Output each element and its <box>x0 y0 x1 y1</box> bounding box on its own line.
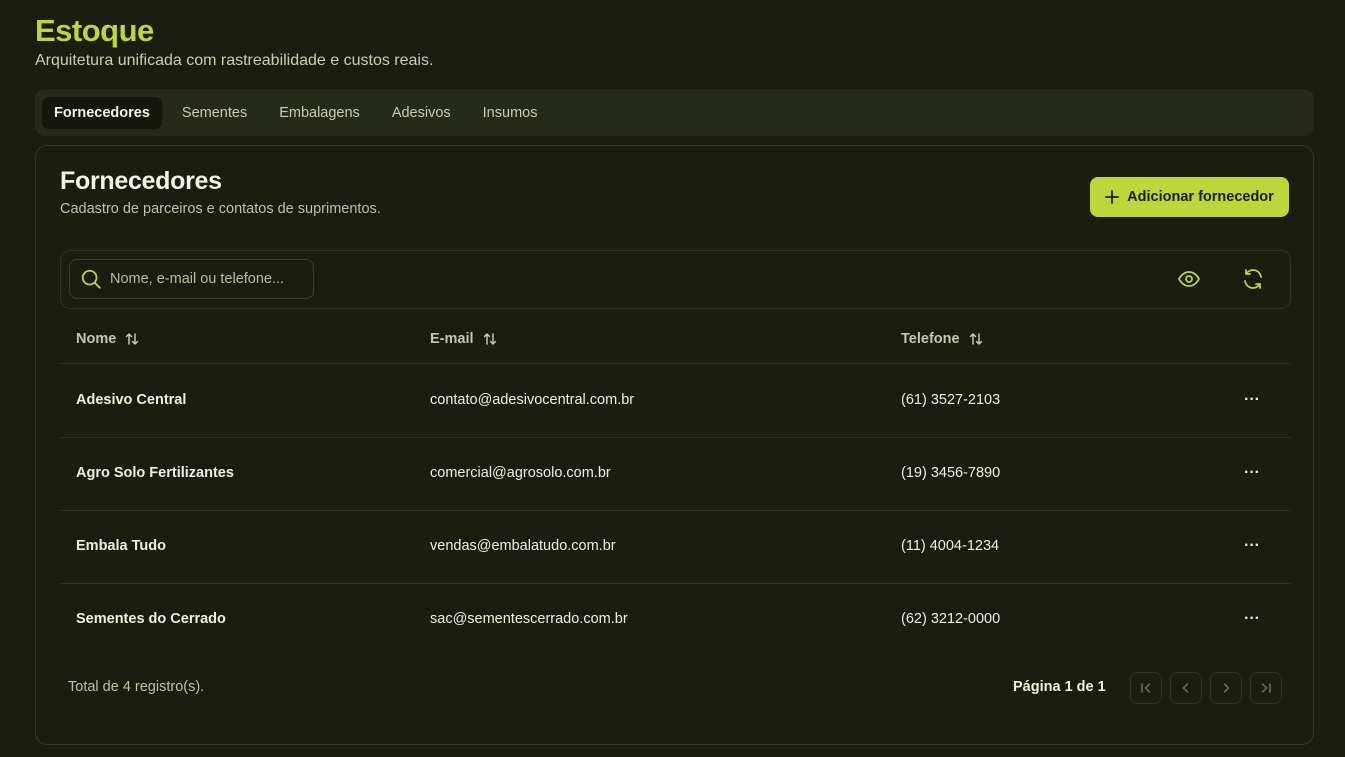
table-row[interactable]: Sementes do Cerrado sac@sementescerrado.… <box>60 584 1291 657</box>
prev-page-icon <box>1182 683 1189 693</box>
supplier-email: contato@adesivocentral.com.br <box>430 392 635 408</box>
search-box <box>69 259 314 299</box>
next-page-icon <box>1223 683 1230 693</box>
add-supplier-label: Adicionar fornecedor <box>1127 189 1274 205</box>
tab-sementes[interactable]: Sementes <box>170 97 259 129</box>
supplier-phone: (19) 3456-7890 <box>901 465 1001 481</box>
supplier-name: Embala Tudo <box>76 538 166 554</box>
tab-bar: Fornecedores Sementes Embalagens Adesivo… <box>35 89 1314 136</box>
eye-icon[interactable] <box>1176 266 1202 292</box>
row-actions-button[interactable]: ··· <box>1239 387 1265 413</box>
suppliers-card: Fornecedores Cadastro de parceiros e con… <box>35 145 1314 745</box>
column-label-name: Nome <box>76 331 117 347</box>
add-supplier-button[interactable]: Adicionar fornecedor <box>1090 177 1289 217</box>
column-label-email: E-mail <box>430 331 474 347</box>
prev-page-button[interactable] <box>1170 672 1202 704</box>
tab-insumos[interactable]: Insumos <box>471 97 550 129</box>
tab-embalagens[interactable]: Embalagens <box>267 97 372 129</box>
supplier-email: vendas@embalatudo.com.br <box>430 538 616 554</box>
total-records: Total de 4 registro(s). <box>68 679 205 695</box>
sort-icon <box>969 333 982 345</box>
tab-fornecedores[interactable]: Fornecedores <box>42 96 162 129</box>
column-header-phone[interactable]: Telefone <box>901 331 984 347</box>
page: Estoque Arquitetura unificada com rastre… <box>0 0 1345 757</box>
table-header: Nome E-mail Telefone <box>60 322 1291 364</box>
last-page-button[interactable] <box>1250 672 1282 704</box>
table-row[interactable]: Embala Tudo vendas@embalatudo.com.br (11… <box>60 511 1291 584</box>
refresh-icon[interactable] <box>1240 266 1266 292</box>
page-subtitle: Arquitetura unificada com rastreabilidad… <box>35 52 434 69</box>
table-toolbar <box>60 250 1291 309</box>
supplier-name: Sementes do Cerrado <box>76 611 226 627</box>
sort-icon <box>126 333 139 345</box>
supplier-phone: (62) 3212-0000 <box>901 611 1001 627</box>
search-input[interactable] <box>110 271 310 287</box>
row-actions-button[interactable]: ··· <box>1239 533 1265 559</box>
page-title: Estoque <box>35 13 154 48</box>
row-actions-button[interactable]: ··· <box>1239 460 1265 486</box>
search-icon <box>81 269 101 289</box>
supplier-name: Adesivo Central <box>76 392 187 408</box>
card-title: Fornecedores <box>60 167 222 195</box>
card-subtitle: Cadastro de parceiros e contatos de supr… <box>60 201 381 217</box>
supplier-email: comercial@agrosolo.com.br <box>430 465 611 481</box>
sort-icon <box>483 333 496 345</box>
first-page-icon <box>1141 683 1151 693</box>
page-info: Página 1 de 1 <box>1013 679 1106 695</box>
plus-icon <box>1105 190 1120 204</box>
supplier-phone: (61) 3527-2103 <box>901 392 1001 408</box>
supplier-name: Agro Solo Fertilizantes <box>76 465 234 481</box>
next-page-button[interactable] <box>1210 672 1242 704</box>
column-header-email[interactable]: E-mail <box>430 331 498 347</box>
table-row[interactable]: Agro Solo Fertilizantes comercial@agroso… <box>60 438 1291 511</box>
supplier-email: sac@sementescerrado.com.br <box>430 611 628 627</box>
first-page-button[interactable] <box>1130 672 1162 704</box>
tab-adesivos[interactable]: Adesivos <box>380 97 463 129</box>
supplier-phone: (11) 4004-1234 <box>901 538 1000 554</box>
column-label-phone: Telefone <box>901 331 960 347</box>
row-actions-button[interactable]: ··· <box>1239 606 1265 632</box>
table-row[interactable]: Adesivo Central contato@adesivocentral.c… <box>60 365 1291 438</box>
column-header-name[interactable]: Nome <box>76 331 140 347</box>
last-page-icon <box>1261 683 1271 693</box>
